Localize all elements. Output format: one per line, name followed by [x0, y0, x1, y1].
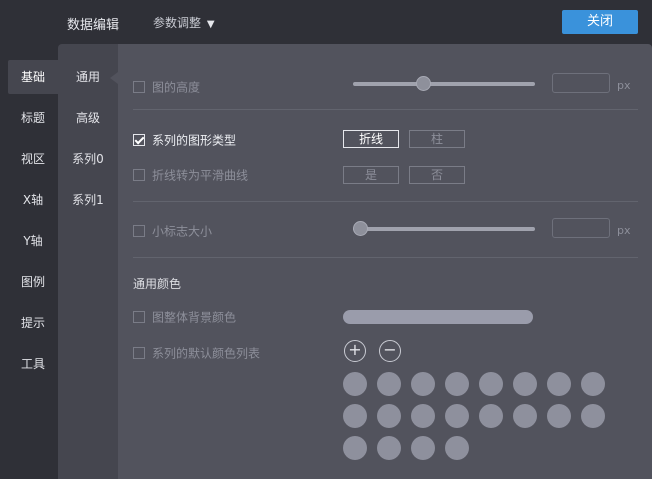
chart-height-slider[interactable] [353, 82, 535, 86]
color-swatch[interactable] [479, 372, 503, 396]
color-swatch[interactable] [343, 372, 367, 396]
remove-color-button[interactable]: − [379, 340, 401, 362]
active-pointer-icon [110, 72, 118, 84]
sidebar-item-tooltip[interactable]: 提示 [8, 306, 58, 340]
smooth-line-checkbox[interactable] [133, 168, 145, 181]
bg-color-row: 图整体背景颜色 [133, 308, 236, 326]
divider [133, 109, 638, 110]
marker-size-slider[interactable] [353, 227, 535, 231]
smooth-no-button[interactable]: 否 [409, 166, 465, 184]
sidebar-item-toolbox[interactable]: 工具 [8, 347, 58, 381]
sidebar-item-legend[interactable]: 图例 [8, 265, 58, 299]
color-swatch[interactable] [547, 372, 571, 396]
sidebar-item-basic[interactable]: 基础 [8, 60, 58, 94]
shape-bar-button[interactable]: 柱 [409, 130, 465, 148]
shape-line-button[interactable]: 折线 [343, 130, 399, 148]
color-swatch[interactable] [581, 372, 605, 396]
color-swatch[interactable] [377, 372, 401, 396]
divider [133, 201, 638, 202]
sub-item-series0[interactable]: 系列0 [58, 142, 118, 176]
chart-height-label: 图的高度 [152, 80, 201, 95]
chart-height-slider-knob[interactable] [416, 76, 432, 91]
color-swatch[interactable] [377, 404, 401, 428]
color-swatch[interactable] [445, 436, 469, 460]
default-colors-checkbox[interactable] [133, 346, 145, 359]
series-shape-label: 系列的图形类型 [152, 133, 237, 148]
color-swatch[interactable] [445, 372, 469, 396]
series-shape-checkbox[interactable] [133, 133, 145, 146]
bg-color-checkbox[interactable] [133, 310, 145, 323]
bg-color-label: 图整体背景颜色 [152, 310, 237, 325]
default-colors-label: 系列的默认颜色列表 [152, 346, 261, 361]
add-color-button[interactable]: + [344, 340, 366, 362]
color-swatch[interactable] [479, 404, 503, 428]
color-swatch[interactable] [411, 404, 435, 428]
close-button[interactable]: 关闭 [562, 10, 638, 34]
chart-height-checkbox[interactable] [133, 80, 145, 93]
sidebar-item-x-axis[interactable]: X轴 [8, 183, 58, 217]
smooth-yes-button[interactable]: 是 [343, 166, 399, 184]
sub-item-series1[interactable]: 系列1 [58, 183, 118, 217]
top-bar: 数据编辑 参数调整 ▼ 关闭 [0, 0, 652, 44]
settings-panel: 图的高度 px 系列的图形类型 折线 柱 折线转为平滑曲线 是 否 小标志大小 … [118, 44, 652, 479]
sub-item-advanced[interactable]: 高级 [58, 101, 118, 135]
chart-height-unit: px [617, 79, 631, 92]
page-title: 数据编辑 [67, 18, 120, 33]
smooth-line-row: 折线转为平滑曲线 [133, 166, 248, 184]
color-swatch[interactable] [411, 436, 435, 460]
color-swatch[interactable] [513, 404, 537, 428]
bg-color-picker[interactable] [343, 310, 533, 324]
sub-item-general[interactable]: 通用 [58, 60, 118, 94]
marker-size-input[interactable] [552, 218, 610, 238]
color-swatch[interactable] [377, 436, 401, 460]
chart-height-input[interactable] [552, 73, 610, 93]
color-swatch[interactable] [581, 404, 605, 428]
sidebar-item-y-axis[interactable]: Y轴 [8, 224, 58, 258]
color-swatch[interactable] [343, 436, 367, 460]
sidebar-item-viewport[interactable]: 视区 [8, 142, 58, 176]
series-shape-row: 系列的图形类型 [133, 131, 236, 149]
color-swatch[interactable] [411, 372, 435, 396]
primary-sidebar: 基础 标题 视区 X轴 Y轴 图例 提示 工具 [0, 44, 58, 479]
smooth-line-label: 折线转为平滑曲线 [152, 168, 249, 183]
color-swatch[interactable] [513, 372, 537, 396]
secondary-sidebar: 通用 高级 系列0 系列1 [58, 44, 118, 479]
default-colors-row: 系列的默认颜色列表 [133, 344, 260, 362]
param-adjust-menu[interactable]: 参数调整 ▼ [153, 14, 215, 31]
color-swatch[interactable] [547, 404, 571, 428]
marker-size-slider-knob[interactable] [353, 221, 368, 236]
marker-size-row: 小标志大小 [133, 222, 212, 240]
color-swatch[interactable] [343, 404, 367, 428]
marker-size-checkbox[interactable] [133, 224, 145, 237]
sidebar-item-title[interactable]: 标题 [8, 101, 58, 135]
caret-down-icon[interactable]: ▼ [207, 19, 215, 30]
common-colors-heading: 通用颜色 [133, 277, 182, 291]
marker-size-label: 小标志大小 [152, 224, 213, 239]
marker-size-unit: px [617, 224, 631, 237]
divider [133, 257, 638, 258]
color-swatch[interactable] [445, 404, 469, 428]
chart-height-row: 图的高度 [133, 78, 200, 96]
param-adjust-label[interactable]: 参数调整 [153, 16, 201, 30]
